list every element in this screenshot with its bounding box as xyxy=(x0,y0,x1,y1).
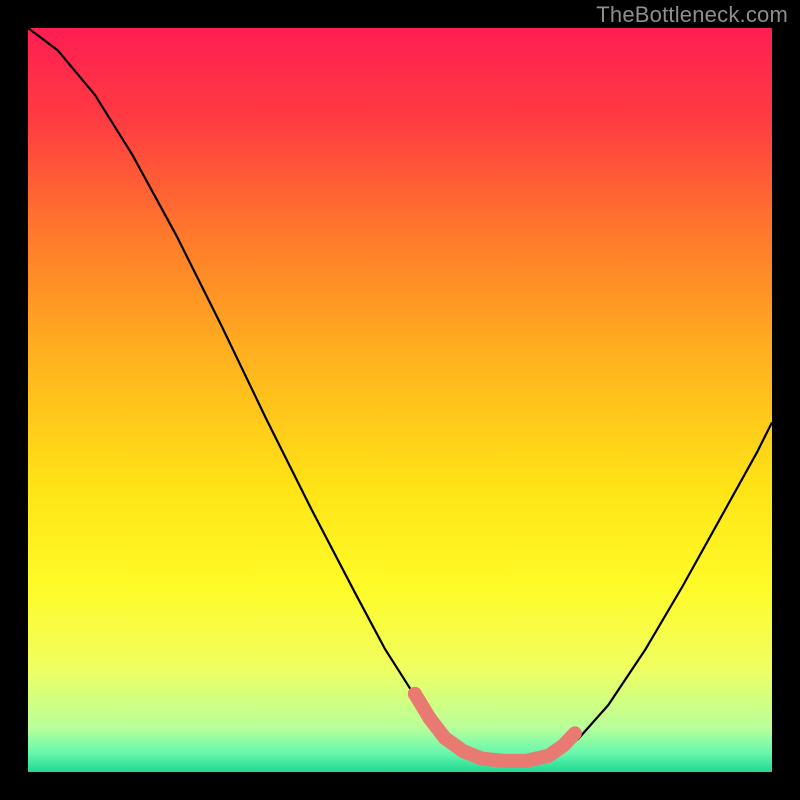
chart-frame: TheBottleneck.com xyxy=(0,0,800,800)
optimal-marker-dot xyxy=(423,711,437,725)
optimal-marker-dot xyxy=(408,687,422,701)
watermark-label: TheBottleneck.com xyxy=(596,2,788,28)
chart-svg xyxy=(28,28,772,772)
chart-plot-area xyxy=(28,28,772,772)
optimal-marker-dot xyxy=(438,731,452,745)
chart-background xyxy=(28,28,772,772)
